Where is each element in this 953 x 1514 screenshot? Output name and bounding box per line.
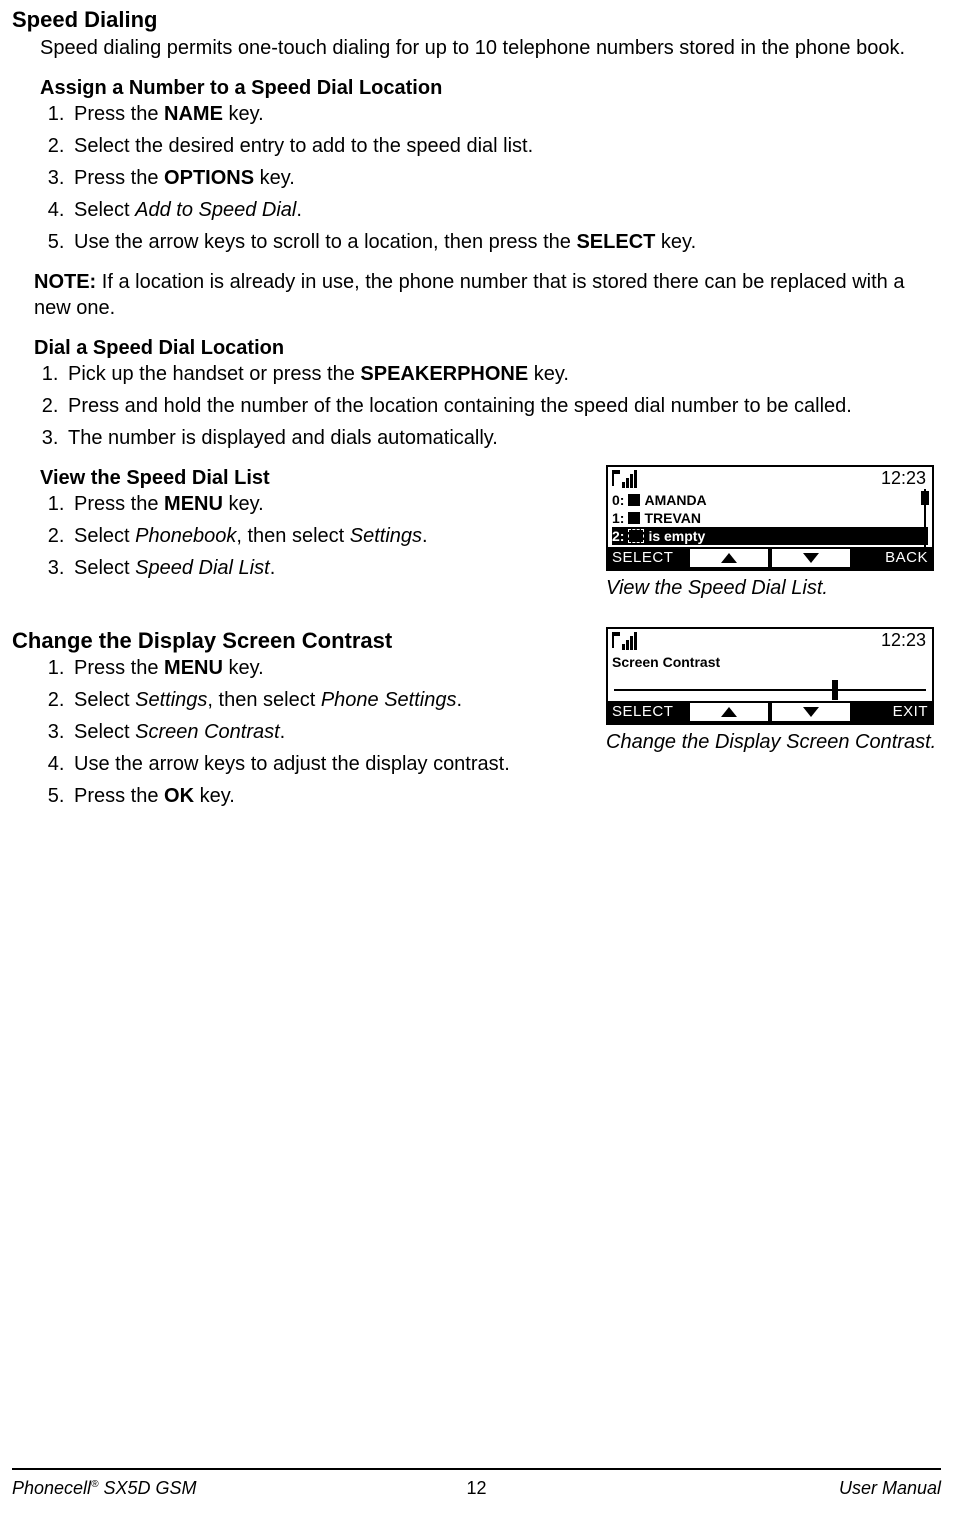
speed-dial-entry: 1:TREVAN — [612, 509, 928, 527]
list-item: Select Settings, then select Phone Setti… — [70, 687, 582, 713]
list-item: Use the arrow keys to scroll to a locati… — [70, 229, 941, 255]
softkey-bar: SELECT BACK — [608, 547, 932, 569]
sim-icon — [628, 494, 640, 506]
signal-icon — [612, 469, 640, 495]
footer-rule — [12, 1468, 941, 1470]
page-footer: Phonecell® SX5D GSM 12 User Manual — [12, 1477, 941, 1500]
softkey-select: SELECT — [608, 701, 688, 723]
softkey-exit: EXIT — [852, 701, 932, 723]
lcd-title: Screen Contrast — [608, 653, 932, 675]
list-item: Press the OK key. — [70, 783, 582, 809]
softkey-arrows — [688, 701, 852, 723]
list-item: Press and hold the number of the locatio… — [64, 393, 941, 419]
figure-speed-dial-list: 12:23 0:AMANDA 1:TREVAN 2:is empty SELEC… — [606, 465, 934, 571]
list-item: Select Phonebook, then select Settings. — [70, 523, 582, 549]
heading-view: View the Speed Dial List — [40, 465, 582, 491]
figure-caption: Change the Display Screen Contrast. — [606, 729, 941, 755]
contrast-slider-knob — [832, 680, 838, 700]
speed-dial-entry: 0:AMANDA — [612, 491, 928, 509]
softkey-select: SELECT — [608, 547, 688, 569]
note: NOTE: If a location is already in use, t… — [34, 269, 941, 321]
softkey-bar: SELECT EXIT — [608, 701, 932, 723]
list-item: Press the NAME key. — [70, 101, 941, 127]
lcd-time: 12:23 — [881, 629, 926, 652]
lcd-time: 12:23 — [881, 467, 926, 490]
contrast-slider — [614, 689, 926, 691]
arrow-up-icon — [690, 549, 768, 567]
list-contrast: Press the MENU key. Select Settings, the… — [40, 655, 582, 809]
speed-dial-entry-selected: 2:is empty — [612, 527, 928, 545]
scrollbar-thumb — [921, 491, 929, 505]
heading-speed-dialing: Speed Dialing — [12, 6, 941, 35]
list-item: Select Add to Speed Dial. — [70, 197, 941, 223]
sim-icon — [628, 512, 640, 524]
list-item: The number is displayed and dials automa… — [64, 425, 941, 451]
heading-contrast: Change the Display Screen Contrast — [12, 627, 582, 656]
list-item: Press the MENU key. — [70, 491, 582, 517]
page-number: 12 — [12, 1477, 941, 1500]
arrow-down-icon — [772, 703, 850, 721]
arrow-up-icon — [690, 703, 768, 721]
intro-speed-dialing: Speed dialing permits one-touch dialing … — [40, 35, 941, 61]
list-item: Use the arrow keys to adjust the display… — [70, 751, 582, 777]
list-item: Select Screen Contrast. — [70, 719, 582, 745]
arrow-down-icon — [772, 549, 850, 567]
list-dial: Pick up the handset or press the SPEAKER… — [34, 361, 941, 451]
softkey-back: BACK — [852, 547, 932, 569]
heading-assign: Assign a Number to a Speed Dial Location — [40, 75, 941, 101]
list-item: Press the OPTIONS key. — [70, 165, 941, 191]
empty-slot-icon — [628, 529, 644, 543]
list-view: Press the MENU key. Select Phonebook, th… — [40, 491, 582, 581]
list-item: Pick up the handset or press the SPEAKER… — [64, 361, 941, 387]
softkey-arrows — [688, 547, 852, 569]
signal-icon — [612, 631, 640, 657]
list-item: Press the MENU key. — [70, 655, 582, 681]
heading-dial: Dial a Speed Dial Location — [34, 335, 941, 361]
list-item: Select Speed Dial List. — [70, 555, 582, 581]
list-assign: Press the NAME key. Select the desired e… — [40, 101, 941, 255]
figure-screen-contrast: 12:23 Screen Contrast SELECT EXIT — [606, 627, 934, 725]
list-item: Select the desired entry to add to the s… — [70, 133, 941, 159]
figure-caption: View the Speed Dial List. — [606, 575, 941, 601]
